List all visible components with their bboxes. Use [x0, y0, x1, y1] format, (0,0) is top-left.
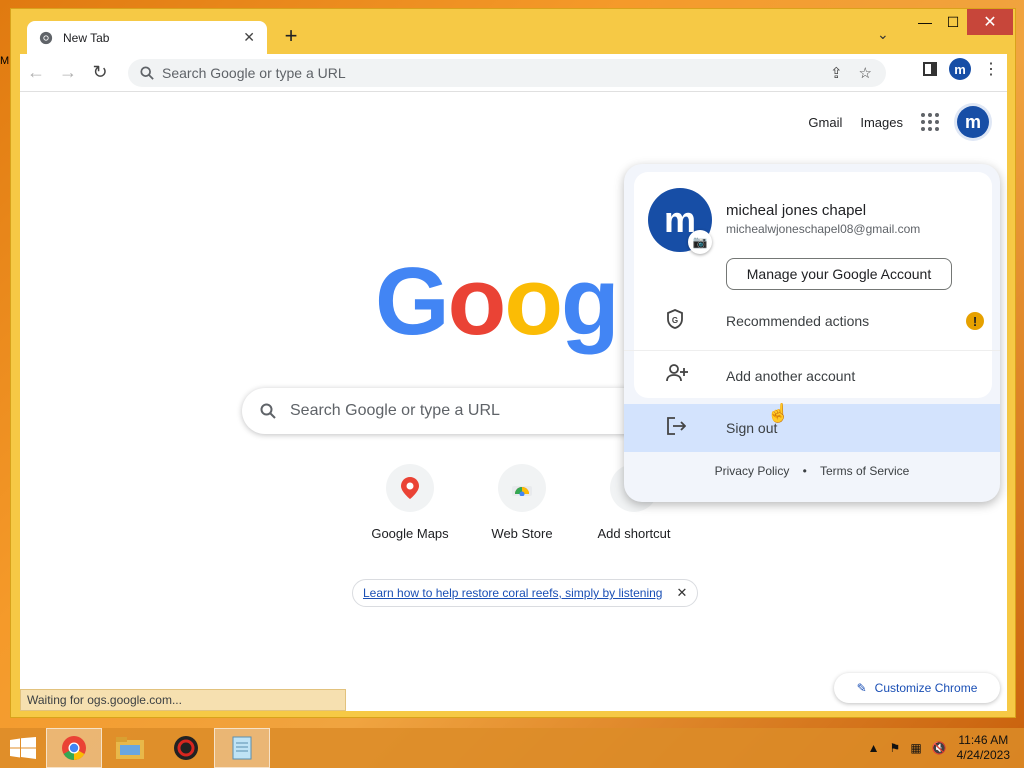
- account-popup: m 📷 micheal jones chapel michealwjonesch…: [624, 164, 1000, 502]
- network-icon[interactable]: ▦: [910, 741, 921, 755]
- forward-icon[interactable]: →: [52, 57, 84, 89]
- back-icon[interactable]: ←: [20, 57, 52, 89]
- new-tab-page: Gmail Images m Google Search Google or t…: [20, 91, 1007, 711]
- maximize-button[interactable]: ☐: [939, 9, 967, 35]
- star-icon[interactable]: ☆: [859, 64, 872, 82]
- clock-date: 4/24/2023: [956, 748, 1010, 762]
- menu-kebab-icon[interactable]: ⋮: [983, 59, 999, 79]
- omnibox-placeholder: Search Google or type a URL: [162, 65, 346, 81]
- camera-icon[interactable]: 📷: [688, 230, 712, 254]
- promo-link[interactable]: Learn how to help restore coral reefs, s…: [363, 586, 662, 600]
- shortcut-google-maps[interactable]: Google Maps: [354, 464, 466, 541]
- share-icon[interactable]: ⇪: [830, 64, 843, 82]
- volume-muted-icon[interactable]: 🔇: [932, 741, 947, 755]
- shortcut-label: Add shortcut: [597, 526, 671, 541]
- account-email: michealwjoneschapel08@gmail.com: [726, 222, 921, 236]
- browser-window: New Tab ✕ + ⌄ — ☐ ✕ ← → ↻ Search Google …: [10, 8, 1016, 718]
- popup-footer: Privacy Policy • Terms of Service: [624, 464, 1000, 478]
- taskbar-security-app-icon[interactable]: [158, 728, 214, 768]
- apps-grid-icon[interactable]: [921, 113, 939, 131]
- menu-sign-out[interactable]: Sign out: [624, 404, 1000, 452]
- close-icon[interactable]: ✕: [676, 585, 687, 601]
- pencil-icon: ✎: [856, 681, 867, 695]
- search-placeholder: Search Google or type a URL: [290, 402, 500, 419]
- search-icon: [260, 403, 276, 419]
- chrome-icon: [39, 31, 53, 44]
- privacy-policy-link[interactable]: Privacy Policy: [715, 464, 790, 478]
- google-top-bar: Gmail Images m: [808, 106, 989, 138]
- account-name: micheal jones chapel: [726, 202, 867, 219]
- customize-chrome-button[interactable]: ✎ Customize Chrome: [834, 673, 1000, 703]
- windows-start-icon[interactable]: [0, 737, 46, 759]
- reload-icon[interactable]: ↻: [84, 57, 116, 89]
- promo-banner: Learn how to help restore coral reefs, s…: [352, 579, 699, 607]
- flag-icon[interactable]: ⚑: [890, 741, 901, 755]
- separator-dot: •: [802, 464, 807, 478]
- images-link[interactable]: Images: [860, 115, 903, 130]
- maps-pin-icon: [386, 464, 434, 512]
- svg-text:G: G: [672, 316, 678, 325]
- manage-account-button[interactable]: Manage your Google Account: [726, 258, 952, 290]
- new-tab-button[interactable]: +: [277, 23, 305, 51]
- menu-recommended-actions[interactable]: G Recommended actions !: [624, 296, 1000, 346]
- close-tab-icon[interactable]: ✕: [243, 29, 255, 46]
- side-panel-icon[interactable]: [923, 62, 937, 76]
- tab-new-tab[interactable]: New Tab ✕: [27, 21, 267, 54]
- gmail-link[interactable]: Gmail: [808, 115, 842, 130]
- menu-add-account[interactable]: Add another account: [624, 350, 1000, 400]
- search-icon: [140, 66, 154, 80]
- taskbar-chrome-icon[interactable]: [46, 728, 102, 768]
- taskbar-notepad-icon[interactable]: [214, 728, 270, 768]
- status-bar: Waiting for ogs.google.com...: [20, 689, 346, 711]
- taskbar-file-explorer-icon[interactable]: [102, 728, 158, 768]
- add-person-icon: [666, 364, 688, 387]
- system-tray: ▲ ⚑ ▦ 🔇 11:46 AM 4/24/2023: [868, 728, 1010, 768]
- chevron-up-icon[interactable]: ▲: [868, 741, 880, 755]
- desktop-edge-text: M: [0, 55, 10, 67]
- close-window-button[interactable]: ✕: [967, 9, 1013, 35]
- menu-label: Add another account: [726, 367, 856, 384]
- chevron-down-icon[interactable]: ⌄: [877, 26, 889, 43]
- hand-cursor-icon: ☝: [767, 403, 790, 423]
- shortcut-web-store[interactable]: Web Store: [466, 464, 578, 541]
- account-avatar-button[interactable]: m: [957, 106, 989, 138]
- customize-label: Customize Chrome: [874, 681, 978, 695]
- sign-out-icon: [666, 416, 687, 440]
- shortcut-label: Web Store: [491, 526, 553, 541]
- web-store-icon: [498, 464, 546, 512]
- google-shield-icon: G: [666, 308, 684, 334]
- clock[interactable]: 11:46 AM 4/24/2023: [957, 733, 1010, 763]
- warning-icon: !: [966, 312, 984, 330]
- terms-link[interactable]: Terms of Service: [820, 464, 909, 478]
- profile-avatar[interactable]: m: [949, 58, 971, 80]
- minimize-button[interactable]: —: [911, 9, 939, 35]
- title-bar: New Tab ✕ + ⌄ — ☐ ✕: [11, 9, 1015, 54]
- clock-time: 11:46 AM: [958, 733, 1009, 747]
- menu-label: Recommended actions: [726, 313, 870, 329]
- taskbar: ▲ ⚑ ▦ 🔇 11:46 AM 4/24/2023: [0, 728, 1024, 768]
- omnibox[interactable]: Search Google or type a URL ⇪ ☆: [128, 59, 886, 87]
- shortcut-label: Google Maps: [371, 526, 449, 541]
- browser-toolbar: ← → ↻ Search Google or type a URL ⇪ ☆ m …: [20, 54, 1007, 91]
- tab-title: New Tab: [63, 30, 110, 45]
